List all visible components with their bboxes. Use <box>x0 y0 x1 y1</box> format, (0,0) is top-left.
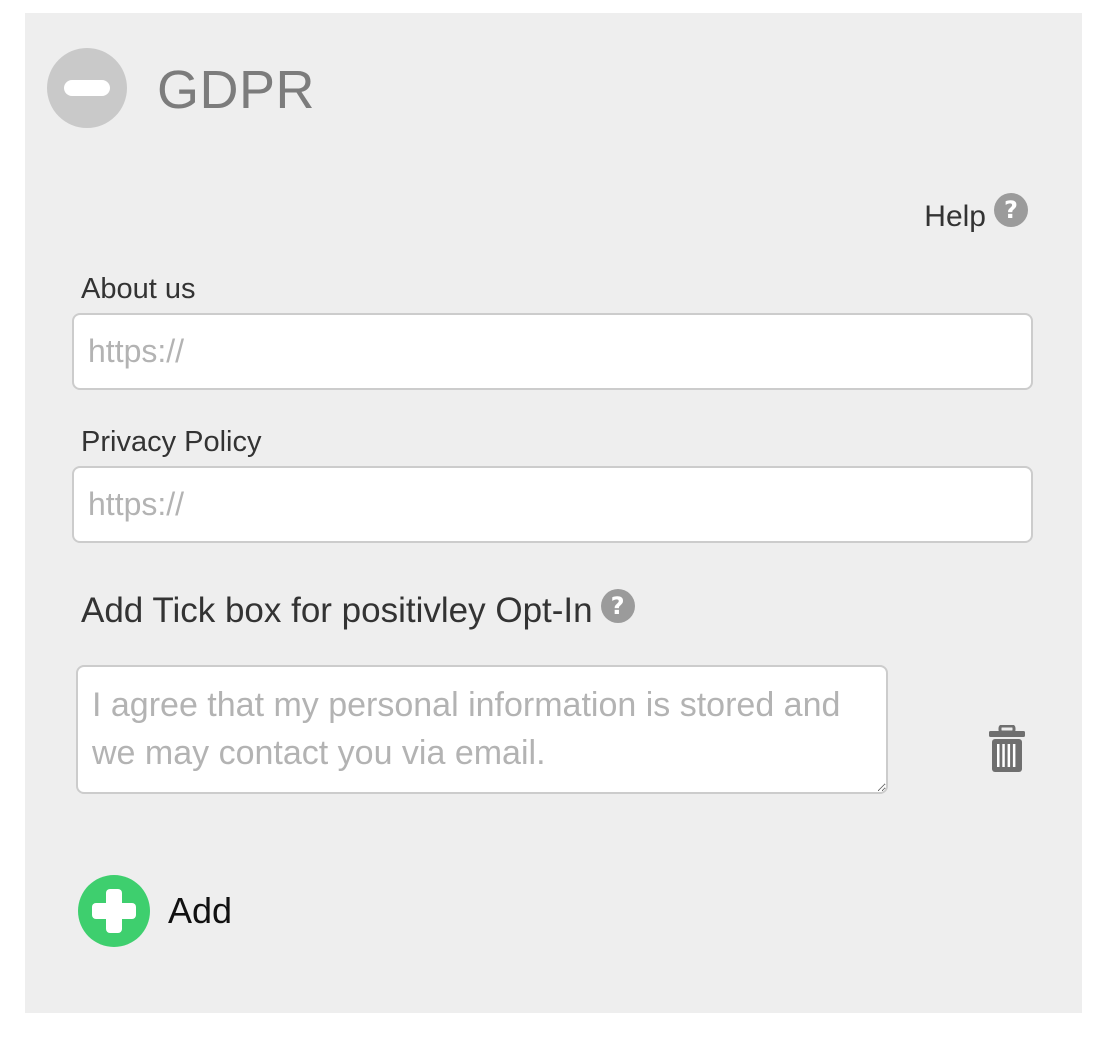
question-circle-icon[interactable]: ? <box>600 589 635 623</box>
collapse-section-button[interactable] <box>47 48 127 128</box>
help-link[interactable]: Help ? <box>924 191 1028 233</box>
help-label[interactable]: Help <box>924 197 986 237</box>
about-us-label: About us <box>81 273 196 305</box>
question-circle-icon[interactable]: ? <box>994 193 1028 227</box>
trash-icon <box>989 724 1025 772</box>
gdpr-panel: GDPR Help ? About us Privacy Policy Add … <box>25 13 1082 1013</box>
plus-circle-icon[interactable] <box>78 875 150 947</box>
add-optin-button[interactable]: Add <box>78 875 232 947</box>
about-us-input[interactable] <box>72 313 1033 390</box>
optin-heading-text: Add Tick box for positivley Opt-In <box>81 591 593 630</box>
optin-heading: Add Tick box for positivley Opt-In ? <box>81 589 635 633</box>
section-title: GDPR <box>157 60 316 120</box>
add-label[interactable]: Add <box>168 889 232 933</box>
privacy-policy-label: Privacy Policy <box>81 426 262 458</box>
delete-optin-button[interactable] <box>987 724 1027 773</box>
privacy-policy-input[interactable] <box>72 466 1033 543</box>
optin-text-input[interactable] <box>76 665 888 794</box>
minus-circle-icon <box>64 80 110 96</box>
